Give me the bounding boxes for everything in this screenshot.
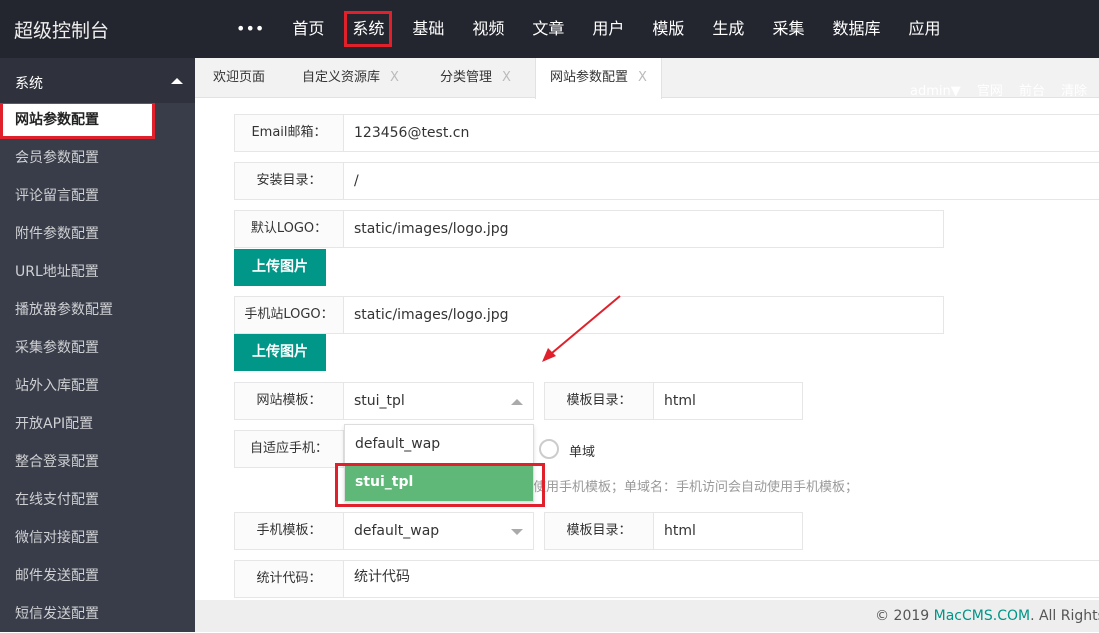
more-icon[interactable]: ••• xyxy=(222,11,278,47)
sidebar-item[interactable]: URL地址配置 xyxy=(0,253,195,291)
sidebar-item[interactable]: 整合登录配置 xyxy=(0,443,195,481)
sidebar-item[interactable]: 播放器参数配置 xyxy=(0,291,195,329)
email-field[interactable]: 123456@test.cn xyxy=(344,114,1099,152)
upload-mlogo-button[interactable]: 上传图片 xyxy=(234,334,326,371)
option-default-wap[interactable]: default_wap xyxy=(345,425,533,463)
nav-collect[interactable]: 采集 xyxy=(758,11,818,47)
tab-label: 欢迎页面 xyxy=(213,70,266,85)
tpl-dir-field[interactable]: html xyxy=(654,382,803,420)
install-row: 安装目录： / xyxy=(234,162,1099,200)
rights: . All Rights Reserved. xyxy=(1030,608,1099,624)
close-icon[interactable]: X xyxy=(390,70,399,85)
logo-row: 默认LOGO： static/images/logo.jpg xyxy=(234,210,944,248)
template-label: 网站模板： xyxy=(234,382,344,420)
top-bar: 超级控制台 ••• 首页 系统 基础 视频 文章 用户 模版 生成 采集 数据库… xyxy=(0,0,1099,58)
sidebar-item[interactable]: 开放API配置 xyxy=(0,405,195,443)
stat-field[interactable]: 统计代码 xyxy=(344,560,1099,598)
caret-up-icon xyxy=(171,78,183,84)
close-icon[interactable]: X xyxy=(502,70,511,85)
nav-home[interactable]: 首页 xyxy=(278,11,338,47)
tab-label: 自定义资源库 xyxy=(302,70,381,85)
email-row: Email邮箱： 123456@test.cn xyxy=(234,114,1099,152)
sidebar-section[interactable]: 系统 xyxy=(0,58,195,103)
mtpl-dir-label: 模板目录： xyxy=(544,512,654,550)
nav-article[interactable]: 文章 xyxy=(518,11,578,47)
footer: © 2019 MacCMS.COM. All Rights Reserved. xyxy=(195,600,1099,632)
nav-apps[interactable]: 应用 xyxy=(894,11,954,47)
tpl-dir-label: 模板目录： xyxy=(544,382,654,420)
sidebar-item[interactable]: 采集参数配置 xyxy=(0,329,195,367)
adaptive-label: 自适应手机： xyxy=(234,430,344,468)
template-select[interactable]: stui_tpl xyxy=(344,382,534,420)
nav-database[interactable]: 数据库 xyxy=(818,11,894,47)
sidebar: 系统 网站参数配置 会员参数配置 评论留言配置 附件参数配置 URL地址配置 播… xyxy=(0,58,195,632)
mtemplate-row: 手机模板： default_wap xyxy=(234,512,534,550)
logo-label: 默认LOGO： xyxy=(234,210,344,248)
top-links[interactable]: admin▼ 官网 前台 清除 xyxy=(910,80,1087,99)
stat-row: 统计代码： 统计代码 xyxy=(234,560,1099,598)
tpl-dir-row: 模板目录： html xyxy=(544,382,803,420)
logo-field[interactable]: static/images/logo.jpg xyxy=(344,210,944,248)
nav-video[interactable]: 视频 xyxy=(458,11,518,47)
tab-label: 分类管理 xyxy=(440,70,493,85)
mtpl-dir-row: 模板目录： html xyxy=(544,512,803,550)
tab-custom-source[interactable]: 自定义资源库 X xyxy=(302,58,399,98)
mtpl-dir-field[interactable]: html xyxy=(654,512,803,550)
nav-user[interactable]: 用户 xyxy=(578,11,638,47)
sidebar-item[interactable]: 附件参数配置 xyxy=(0,215,195,253)
close-icon[interactable]: X xyxy=(638,70,647,85)
sidebar-item[interactable]: 站外入库配置 xyxy=(0,367,195,405)
nav-system[interactable]: 系统 xyxy=(344,11,393,47)
install-field[interactable]: / xyxy=(344,162,1099,200)
template-value: stui_tpl xyxy=(354,393,405,409)
mtemplate-select[interactable]: default_wap xyxy=(344,512,534,550)
sidebar-item[interactable]: 在线支付配置 xyxy=(0,481,195,519)
install-label: 安装目录： xyxy=(234,162,344,200)
radio-single-domain[interactable] xyxy=(539,439,559,459)
mlogo-label: 手机站LOGO： xyxy=(234,296,344,334)
nav-basic[interactable]: 基础 xyxy=(398,11,458,47)
tab-category[interactable]: 分类管理 X xyxy=(440,58,511,98)
copyright: © 2019 xyxy=(875,608,934,624)
sidebar-item[interactable]: 微信对接配置 xyxy=(0,519,195,557)
sidebar-item[interactable]: 短信发送配置 xyxy=(0,595,195,633)
radio-label: 单域 xyxy=(569,445,596,460)
footer-link[interactable]: MacCMS.COM xyxy=(934,608,1030,624)
email-label: Email邮箱： xyxy=(234,114,344,152)
nav-generate[interactable]: 生成 xyxy=(698,11,758,47)
mtemplate-label: 手机模板： xyxy=(234,512,344,550)
main-nav: ••• 首页 系统 基础 视频 文章 用户 模版 生成 采集 数据库 应用 xyxy=(222,0,954,58)
nav-template[interactable]: 模版 xyxy=(638,11,698,47)
sidebar-item[interactable]: 评论留言配置 xyxy=(0,177,195,215)
sidebar-item[interactable]: 网站参数配置 xyxy=(0,101,155,139)
tab-site-config[interactable]: 网站参数配置 X xyxy=(535,58,662,99)
sidebar-section-label: 系统 xyxy=(15,76,43,92)
sidebar-item[interactable]: 邮件发送配置 xyxy=(0,557,195,595)
mlogo-field[interactable]: static/images/logo.jpg xyxy=(344,296,944,334)
mtemplate-value: default_wap xyxy=(354,523,440,539)
highlight-box xyxy=(335,463,545,507)
caret-up-icon xyxy=(511,399,523,405)
app-title: 超级控制台 xyxy=(14,20,110,42)
sidebar-item[interactable]: 会员参数配置 xyxy=(0,139,195,177)
tab-welcome[interactable]: 欢迎页面 xyxy=(213,58,265,98)
upload-logo-button[interactable]: 上传图片 xyxy=(234,249,326,286)
adaptive-row: 自适应手机： xyxy=(234,430,344,468)
template-row: 网站模板： stui_tpl xyxy=(234,382,534,420)
tab-label: 网站参数配置 xyxy=(550,70,629,85)
adaptive-tip: 使用手机模板；单域名：手机访问会自动使用手机模板； xyxy=(533,480,859,495)
stat-label: 统计代码： xyxy=(234,560,344,598)
caret-down-icon xyxy=(511,529,523,535)
annotation-arrow-icon xyxy=(542,295,621,362)
